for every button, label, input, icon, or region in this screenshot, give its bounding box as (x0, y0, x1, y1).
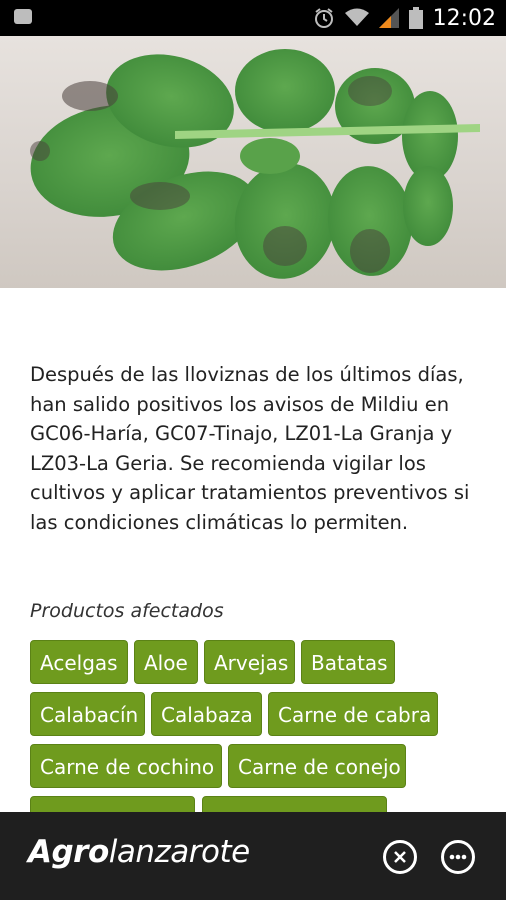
leaf-illustration (30, 49, 480, 279)
logo-part-bold: Agro (28, 834, 109, 870)
logo-part-light: lanzarote (108, 834, 250, 870)
product-tag[interactable]: Calabacín (30, 692, 145, 736)
product-tag[interactable]: Carne de conejo (228, 744, 406, 788)
wifi-icon (344, 8, 369, 26)
product-tag[interactable]: Carne de cochino (30, 744, 222, 788)
battery-icon (408, 7, 423, 29)
alarm-icon (314, 8, 333, 28)
products-section-title: Productos afectados (30, 600, 224, 622)
more-options-button[interactable] (441, 840, 475, 874)
close-button[interactable] (383, 840, 417, 874)
article-image (0, 36, 506, 288)
status-icons: 12:02 (313, 0, 496, 36)
product-tag[interactable]: Carne de cabra (268, 692, 438, 736)
more-icon (449, 854, 467, 860)
product-tag[interactable]: Calabaza (151, 692, 262, 736)
article-body: Después de las lloviznas de los últimos … (30, 363, 470, 534)
status-bar: 12:02 (0, 0, 506, 36)
signal-icon (378, 8, 399, 28)
product-tag[interactable]: Aloe (134, 640, 198, 684)
clock: 12:02 (432, 5, 496, 31)
notification-icon (14, 9, 32, 24)
product-tag[interactable]: Acelgas (30, 640, 128, 684)
app-logo: Agrolanzarote (28, 834, 250, 870)
product-tag[interactable]: Batatas (301, 640, 395, 684)
product-tag[interactable]: Arvejas (204, 640, 295, 684)
bottom-bar: Agrolanzarote (0, 812, 506, 900)
close-icon (394, 851, 406, 863)
